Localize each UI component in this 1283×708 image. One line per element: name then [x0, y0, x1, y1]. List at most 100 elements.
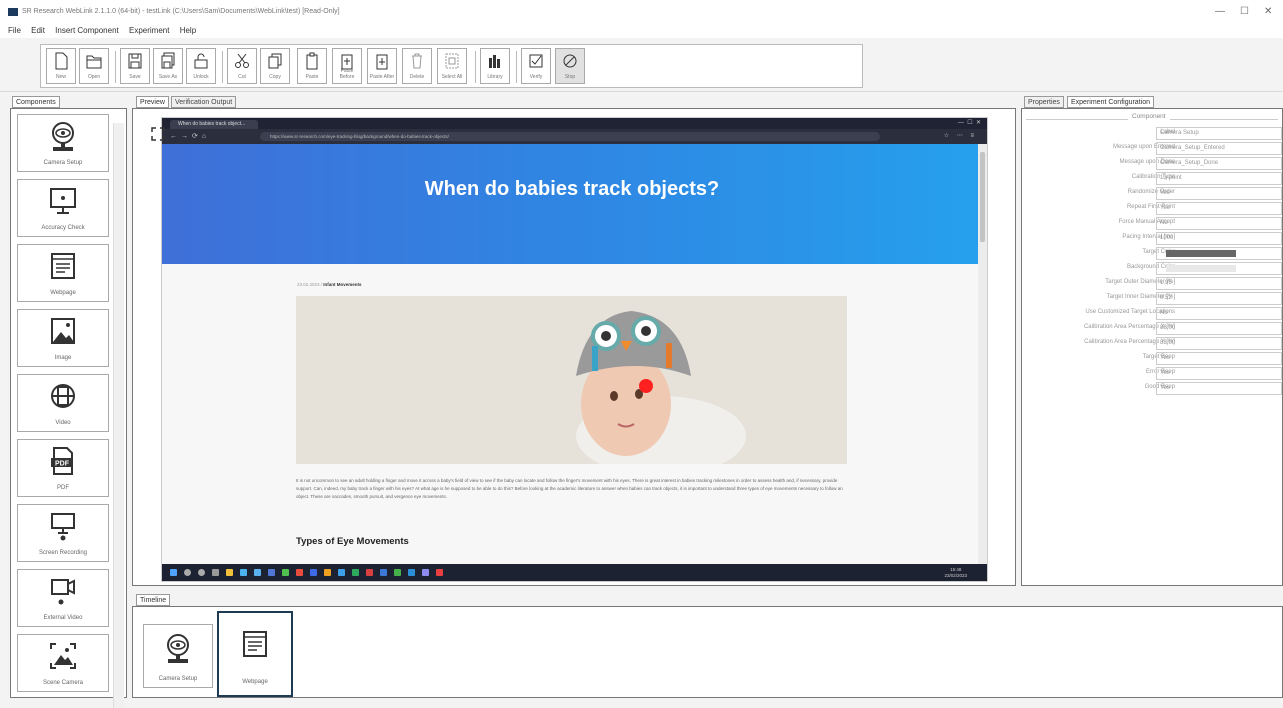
paste-before-button[interactable]: Paste Before	[332, 48, 362, 84]
prop-outer-diameter[interactable]: 1.95	[1156, 277, 1282, 290]
prop-inner-diameter[interactable]: 0.52	[1156, 292, 1282, 305]
timeline-item-webpage[interactable]: Webpage	[217, 611, 293, 697]
unlock-button[interactable]: Unlock	[186, 48, 216, 84]
component-screen-recording[interactable]: Screen Recording	[17, 504, 109, 562]
timeline-item-camera-setup[interactable]: Camera Setup	[143, 624, 213, 688]
new-button[interactable]: New	[46, 48, 76, 84]
prop-repeat-first[interactable]: Yes	[1156, 202, 1282, 215]
prop-randomize-order[interactable]: Yes	[1156, 187, 1282, 200]
maximize-button[interactable]: ☐	[1240, 6, 1249, 17]
prop-entered-value[interactable]: Camera_Setup_Entered	[1156, 142, 1282, 155]
select-all-button[interactable]: Select All	[437, 48, 467, 84]
stop-button[interactable]: Stop	[555, 48, 585, 84]
delete-button[interactable]: Delete	[402, 48, 432, 84]
prop-custom-locations[interactable]: No	[1156, 307, 1282, 320]
prop-target-beep[interactable]: Yes	[1156, 352, 1282, 365]
save-button[interactable]: Save	[120, 48, 150, 84]
prop-pacing-interval[interactable]: 1000	[1156, 232, 1282, 245]
prop-background-color[interactable]	[1156, 262, 1282, 275]
app-icon-3[interactable]	[310, 569, 317, 576]
copy-button[interactable]: Copy	[260, 48, 290, 84]
new-file-icon	[55, 52, 68, 70]
save-as-button[interactable]: Save As	[153, 48, 183, 84]
app-icon-10[interactable]	[408, 569, 415, 576]
component-accuracy-check[interactable]: Accuracy Check	[17, 179, 109, 237]
prop-area-x[interactable]: 88.00	[1156, 322, 1282, 335]
close-button[interactable]: ✕	[1264, 6, 1272, 17]
app-icon-8[interactable]	[380, 569, 387, 576]
prop-error-beep[interactable]: Yes	[1156, 367, 1282, 380]
verify-button[interactable]: Verify	[521, 48, 551, 84]
tab-verification-output[interactable]: Verification Output	[171, 96, 237, 108]
search-icon[interactable]	[184, 569, 191, 576]
fullscreen-icon[interactable]	[151, 127, 165, 141]
prop-calibration-type[interactable]: 13-point	[1156, 172, 1282, 185]
address-bar[interactable]: https://www.sr-research.com/eye-tracking…	[260, 132, 880, 141]
menu-experiment[interactable]: Experiment	[129, 24, 169, 38]
edge-icon[interactable]	[254, 569, 261, 576]
prop-row: Label Camera Setup	[1022, 127, 1283, 141]
prop-area-y[interactable]: 88.00	[1156, 337, 1282, 350]
mail-icon[interactable]	[240, 569, 247, 576]
clipboard-icon	[306, 52, 318, 70]
prop-done-value[interactable]: Camera_Setup_Done	[1156, 157, 1282, 170]
app-icon-7[interactable]	[366, 569, 373, 576]
minimize-button[interactable]: —	[1215, 6, 1225, 17]
cut-button[interactable]: Cut	[227, 48, 257, 84]
store-icon[interactable]	[268, 569, 275, 576]
browser-window-controls[interactable]: — ☐ ✕	[958, 119, 981, 126]
save-as-icon	[161, 52, 175, 69]
browser-extension-icons[interactable]: ☆ ⋯ ≡	[944, 132, 977, 139]
scene-camera-icon	[50, 643, 76, 669]
browser-nav-icons[interactable]: ←→⟳⌂	[170, 132, 210, 140]
app-icon-2[interactable]	[296, 569, 303, 576]
browser-scrollbar[interactable]	[978, 144, 987, 564]
tab-preview[interactable]: Preview	[136, 96, 169, 108]
prop-label-value[interactable]: Camera Setup	[1156, 127, 1282, 140]
article-tag[interactable]: Infant Movements	[323, 282, 361, 287]
hero-banner: When do babies track objects?	[162, 144, 980, 264]
app-icon-5[interactable]	[338, 569, 345, 576]
component-scene-camera[interactable]: Scene Camera	[17, 634, 109, 692]
menu-insert-component[interactable]: Insert Component	[55, 24, 119, 38]
stop-icon	[563, 54, 577, 68]
article-paragraph: It is not uncommon to see an adult holdi…	[296, 478, 843, 499]
component-video[interactable]: Video	[17, 374, 109, 432]
app-icon-1[interactable]	[282, 569, 289, 576]
cortana-icon[interactable]	[198, 569, 205, 576]
open-button[interactable]: Open	[79, 48, 109, 84]
component-section-label: Component	[1128, 113, 1170, 120]
library-button[interactable]: Library	[480, 48, 510, 84]
app-icon-12[interactable]	[436, 569, 443, 576]
tab-experiment-configuration[interactable]: Experiment Configuration	[1067, 96, 1154, 108]
prop-row: Calibration Type 13-point	[1022, 172, 1283, 186]
tab-properties[interactable]: Properties	[1024, 96, 1064, 108]
component-webpage[interactable]: Webpage	[17, 244, 109, 302]
paste-after-button[interactable]: Paste After	[367, 48, 397, 84]
folder-open-icon	[86, 55, 102, 69]
file-explorer-icon[interactable]	[226, 569, 233, 576]
browser-tab[interactable]: When do babies track object...	[170, 120, 258, 129]
component-pdf[interactable]: PDF PDF	[17, 439, 109, 497]
component-external-video[interactable]: External Video	[17, 569, 109, 627]
app-icon-6[interactable]	[352, 569, 359, 576]
timeline-panel: Camera Setup Webpage	[132, 606, 1283, 698]
prop-force-manual[interactable]: No	[1156, 217, 1282, 230]
components-scrollbar[interactable]	[113, 123, 124, 708]
tab-components[interactable]: Components	[12, 96, 60, 108]
component-camera-setup[interactable]: Camera Setup	[17, 114, 109, 172]
menu-help[interactable]: Help	[180, 24, 196, 38]
component-image[interactable]: Image	[17, 309, 109, 367]
app-icon-11[interactable]	[422, 569, 429, 576]
prop-row: Target Color	[1022, 247, 1283, 261]
task-view-icon[interactable]	[212, 569, 219, 576]
paste-button[interactable]: Paste	[297, 48, 327, 84]
tab-timeline[interactable]: Timeline	[136, 594, 171, 606]
prop-target-color[interactable]	[1156, 247, 1282, 260]
start-icon[interactable]	[170, 569, 177, 576]
app-icon-9[interactable]	[394, 569, 401, 576]
menu-file[interactable]: File	[8, 24, 21, 38]
menu-edit[interactable]: Edit	[31, 24, 45, 38]
app-icon-4[interactable]	[324, 569, 331, 576]
prop-good-beep[interactable]: Yes	[1156, 382, 1282, 395]
